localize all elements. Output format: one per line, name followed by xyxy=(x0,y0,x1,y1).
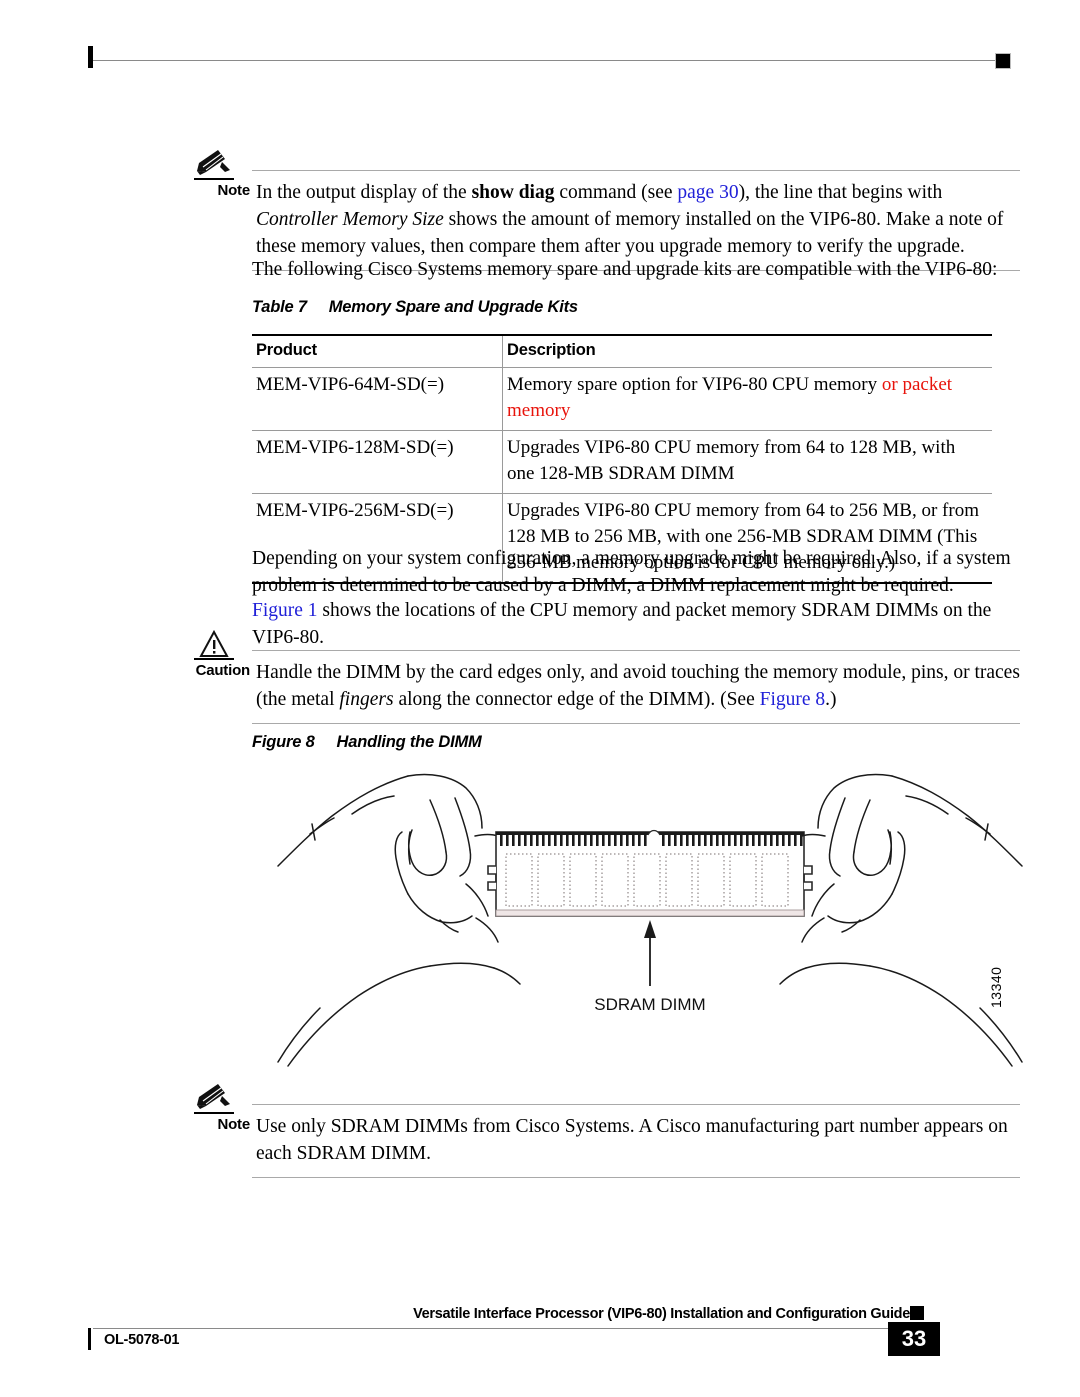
note-text-top: In the output display of the show diag c… xyxy=(252,179,1020,260)
figure-caption: Figure 8 Handling the DIMM xyxy=(252,733,482,752)
body-paragraph-2: Figure 1 shows the locations of the CPU … xyxy=(252,597,1022,651)
table-caption-label: Table 7 xyxy=(252,298,307,316)
note-text-bottom: Use only SDRAM DIMMs from Cisco Systems.… xyxy=(256,1116,1008,1164)
right-hand-line-art xyxy=(779,773,1023,1067)
note-label-rule xyxy=(194,178,234,180)
figure-caption-title: Handling the DIMM xyxy=(336,733,482,751)
table-header-row: Product Description xyxy=(252,334,992,368)
caution-text-part-3: .) xyxy=(825,689,837,710)
dimm-handling-illustration: SDRAM DIMM xyxy=(270,770,1030,1070)
table-row: MEM-VIP6-64M-SD(=) Memory spare option f… xyxy=(252,367,992,431)
caution-text-part-2: along the connector edge of the DIMM). (… xyxy=(393,689,760,710)
dimm-callout-arrow xyxy=(644,920,656,986)
footer-page-number: 33 xyxy=(888,1322,940,1356)
column-header-description: Description xyxy=(502,334,992,368)
pencil-note-icon xyxy=(192,148,236,182)
description-text: Memory spare option for VIP6-80 CPU memo… xyxy=(507,374,882,395)
note-text-part-1: In the output display of the xyxy=(256,182,472,203)
dimm-callout-label: SDRAM DIMM xyxy=(594,995,705,1014)
crop-mark-right-square xyxy=(995,53,1011,69)
caution-label: Caution xyxy=(195,662,251,679)
page-top-rule xyxy=(88,46,1012,70)
note-text-part-2: command (see xyxy=(554,182,678,203)
note-body-bottom: Use only SDRAM DIMMs from Cisco Systems.… xyxy=(252,1104,1020,1178)
header-rule-line xyxy=(93,60,1003,61)
column-header-product: Product xyxy=(252,334,503,368)
intro-paragraph: The following Cisco Systems memory spare… xyxy=(252,259,998,280)
crop-mark-left xyxy=(88,46,93,68)
footer-document-id: OL-5078-01 xyxy=(104,1332,180,1348)
table-row: MEM-VIP6-128M-SD(=) Upgrades VIP6-80 CPU… xyxy=(252,430,992,494)
caution-body: Handle the DIMM by the card edges only, … xyxy=(252,650,1020,724)
left-hand-line-art xyxy=(277,773,521,1067)
description-text: Upgrades VIP6-80 CPU memory from 64 to 1… xyxy=(507,437,956,484)
page-footer: Versatile Interface Processor (VIP6-80) … xyxy=(88,1306,1018,1366)
note-label: Note xyxy=(217,1116,250,1133)
footer-marker-square xyxy=(910,1306,924,1320)
figure-8-link[interactable]: Figure 8 xyxy=(760,689,826,710)
command-name: show diag xyxy=(471,182,555,203)
footer-rule-line xyxy=(93,1328,910,1329)
cell-description: Upgrades VIP6-80 CPU memory from 64 to 1… xyxy=(502,430,992,494)
figure-art-id: 13340 xyxy=(988,966,1004,1008)
pencil-note-icon xyxy=(192,1082,236,1116)
emphasized-term: fingers xyxy=(339,689,394,710)
footer-crop-mark xyxy=(88,1328,91,1350)
body-paragraph-2-text: shows the locations of the CPU memory an… xyxy=(252,600,992,648)
note-text-part-3: ), the line that begins with xyxy=(738,182,943,203)
sdram-dimm-module xyxy=(487,829,813,917)
warning-triangle-icon xyxy=(192,628,236,662)
caution-label-rule xyxy=(194,658,234,660)
note-label: Note xyxy=(217,182,250,199)
body-paragraph-1: Depending on your system configuration, … xyxy=(252,548,1011,596)
cell-product: MEM-VIP6-64M-SD(=) xyxy=(252,367,503,431)
cell-product: MEM-VIP6-128M-SD(=) xyxy=(252,430,503,494)
figure-caption-label: Figure 8 xyxy=(252,733,315,751)
note-label-rule xyxy=(194,1112,234,1114)
table-caption-title: Memory Spare and Upgrade Kits xyxy=(328,298,578,316)
emphasized-term: Controller Memory Size xyxy=(256,209,444,230)
caution-text: Handle the DIMM by the card edges only, … xyxy=(252,659,1020,713)
cell-description: Memory spare option for VIP6-80 CPU memo… xyxy=(502,367,992,431)
table-caption: Table 7 Memory Spare and Upgrade Kits xyxy=(252,298,578,317)
page-link[interactable]: page 30 xyxy=(677,182,738,203)
figure-1-link[interactable]: Figure 1 xyxy=(252,600,318,621)
footer-guide-title: Versatile Interface Processor (VIP6-80) … xyxy=(413,1306,910,1322)
